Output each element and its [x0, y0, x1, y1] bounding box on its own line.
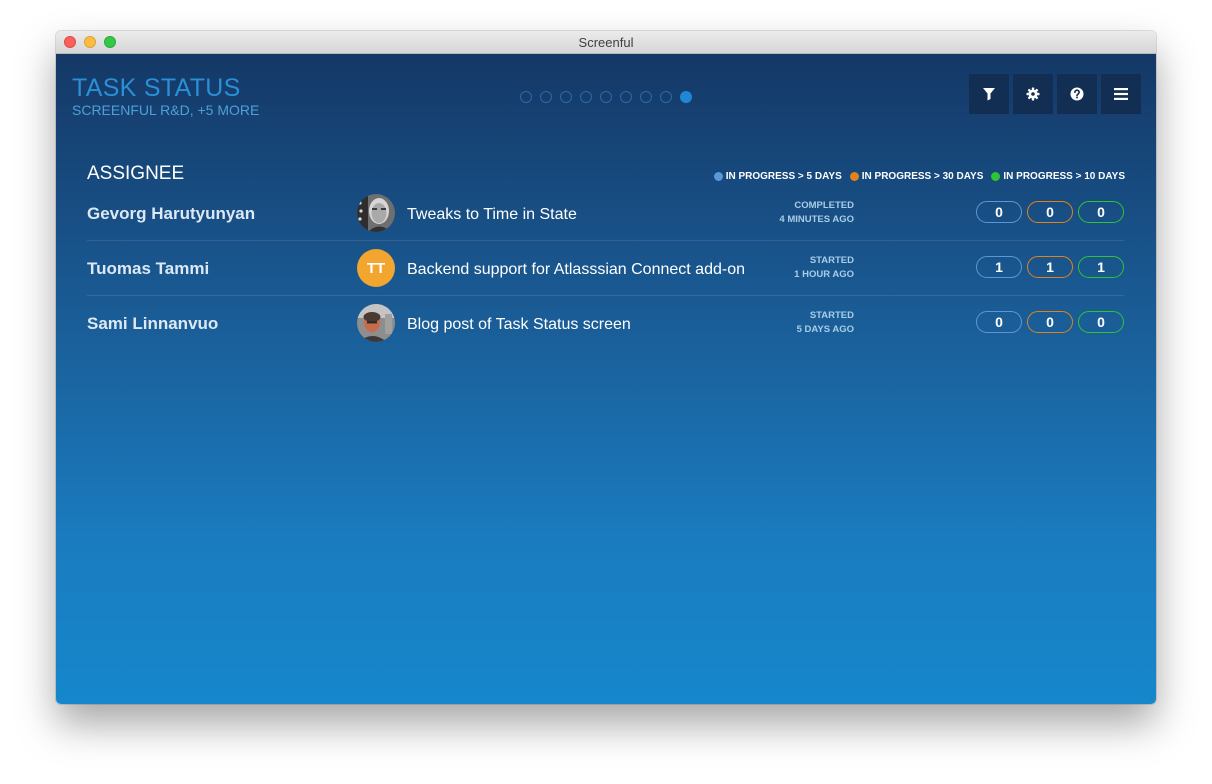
- task-status: STARTED 5 DAYS AGO: [729, 309, 854, 337]
- page-dot[interactable]: [540, 91, 552, 103]
- page-subtitle: SCREENFUL R&D, +5 MORE: [72, 102, 260, 118]
- avatar: TT: [357, 249, 395, 287]
- question-icon: [1070, 87, 1084, 101]
- avatar: [357, 194, 395, 232]
- legend-item: IN PROGRESS > 30 DAYS: [849, 171, 984, 182]
- legend-item: IN PROGRESS > 5 DAYS: [713, 171, 842, 182]
- assignee-name: Sami Linnanvuo: [87, 314, 219, 333]
- task-title[interactable]: Blog post of Task Status screen: [407, 304, 747, 346]
- task-status: STARTED 1 HOUR AGO: [729, 254, 854, 282]
- legend-label: IN PROGRESS > 10 DAYS: [1003, 171, 1125, 182]
- counter-group: 1 1 1: [976, 256, 1124, 278]
- task-status: COMPLETED 4 MINUTES AGO: [729, 199, 854, 227]
- table-row[interactable]: Tuomas Tammi TT Backend support for Atla…: [87, 241, 1124, 296]
- toolbar: [969, 74, 1141, 114]
- page-dot[interactable]: [660, 91, 672, 103]
- assignee-list: Gevorg Harutyunyan Tweaks to Time in Sta…: [87, 186, 1124, 350]
- legend-dot-blue: [713, 172, 723, 181]
- page-dot[interactable]: [560, 91, 572, 103]
- legend-label: IN PROGRESS > 5 DAYS: [725, 171, 842, 182]
- hamburger-icon: [1114, 88, 1128, 100]
- status-label: COMPLETED: [794, 200, 854, 211]
- screen-pagination: [520, 91, 692, 103]
- counter-group: 0 0 0: [976, 311, 1124, 333]
- gear-icon: [1026, 87, 1040, 101]
- status-time: 4 MINUTES AGO: [779, 214, 854, 225]
- counter-group: 0 0 0: [976, 201, 1124, 223]
- app-window: Screenful TASK STATUS SCREENFUL R&D, +5 …: [56, 31, 1156, 704]
- legend-dot-orange: [849, 172, 859, 181]
- page-dot[interactable]: [640, 91, 652, 103]
- menu-button[interactable]: [1101, 74, 1141, 114]
- legend-label: IN PROGRESS > 30 DAYS: [861, 171, 984, 182]
- status-label: STARTED: [809, 255, 854, 266]
- assignee-heading: ASSIGNEE: [87, 163, 185, 184]
- filter-button[interactable]: [969, 74, 1009, 114]
- count-over-10-days[interactable]: 0: [1078, 311, 1124, 333]
- task-title[interactable]: Backend support for Atlasssian Connect a…: [407, 249, 747, 291]
- filter-icon: [983, 88, 995, 101]
- count-over-10-days[interactable]: 0: [1078, 201, 1124, 223]
- table-row[interactable]: Sami Linnanvuo Blog post of Task Status …: [87, 296, 1124, 350]
- assignee-name: Gevorg Harutyunyan: [87, 204, 256, 223]
- status-label: STARTED: [809, 310, 854, 321]
- task-title[interactable]: Tweaks to Time in State: [407, 194, 747, 236]
- status-time: 5 DAYS AGO: [796, 324, 854, 335]
- title-bar: Screenful: [56, 31, 1156, 54]
- page-dot[interactable]: [600, 91, 612, 103]
- count-over-30-days[interactable]: 1: [1027, 256, 1073, 278]
- page-dot[interactable]: [680, 91, 692, 103]
- legend-item: IN PROGRESS > 10 DAYS: [991, 171, 1125, 182]
- count-over-5-days[interactable]: 1: [976, 256, 1022, 278]
- page-dot[interactable]: [580, 91, 592, 103]
- table-row[interactable]: Gevorg Harutyunyan Tweaks to Time in Sta…: [87, 186, 1124, 241]
- status-time: 1 HOUR AGO: [794, 269, 854, 280]
- page-dot[interactable]: [520, 91, 532, 103]
- page-title: TASK STATUS: [72, 74, 241, 102]
- legend-dot-green: [991, 172, 1001, 181]
- assignee-name: Tuomas Tammi: [87, 259, 210, 278]
- count-over-5-days[interactable]: 0: [976, 201, 1022, 223]
- avatar: [357, 304, 395, 342]
- page-dot[interactable]: [620, 91, 632, 103]
- count-over-30-days[interactable]: 0: [1027, 311, 1073, 333]
- count-over-5-days[interactable]: 0: [976, 311, 1022, 333]
- window-title: Screenful: [578, 35, 634, 50]
- count-over-10-days[interactable]: 1: [1078, 256, 1124, 278]
- help-button[interactable]: [1057, 74, 1097, 114]
- count-over-30-days[interactable]: 0: [1027, 201, 1073, 223]
- legend: IN PROGRESS > 5 DAYS IN PROGRESS > 30 DA…: [713, 171, 1125, 182]
- app-content: TASK STATUS SCREENFUL R&D, +5 MORE ASSIG…: [56, 54, 1156, 704]
- settings-button[interactable]: [1013, 74, 1053, 114]
